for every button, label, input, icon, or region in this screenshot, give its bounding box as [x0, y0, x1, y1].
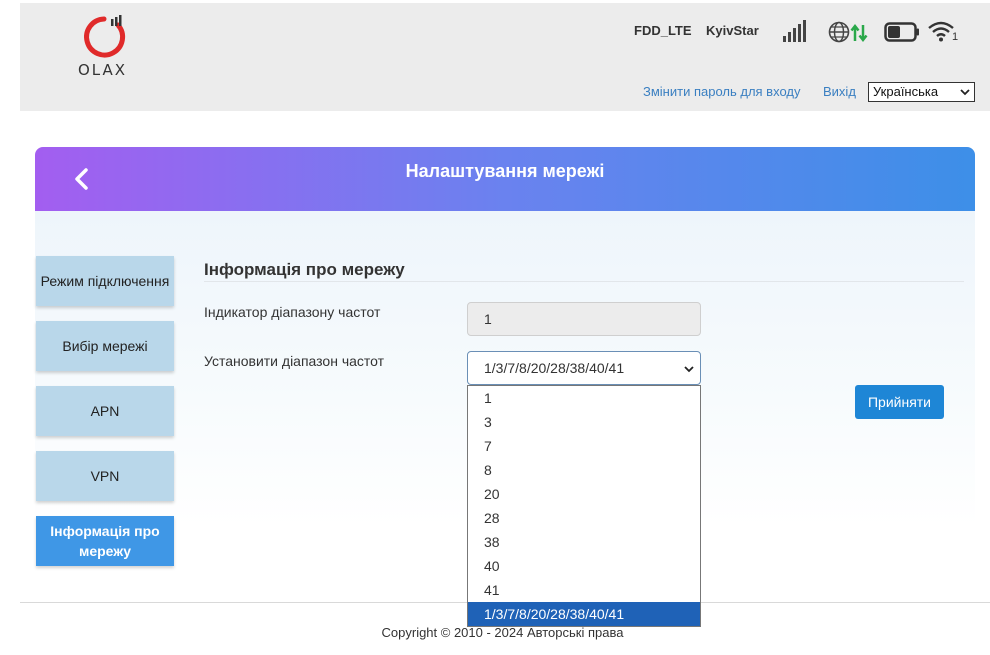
band-option[interactable]: 7 — [468, 434, 700, 458]
band-option-selected[interactable]: 1/3/7/8/20/28/38/40/41 — [468, 602, 700, 626]
sidebar-item-network-selection[interactable]: Вибір мережі — [36, 321, 174, 371]
band-option[interactable]: 3 — [468, 410, 700, 434]
band-option[interactable]: 38 — [468, 530, 700, 554]
section-divider — [204, 281, 964, 282]
band-option[interactable]: 41 — [468, 578, 700, 602]
band-dropdown-list: 1 3 7 8 20 28 38 40 41 1/3/7/8/20/28/38/… — [467, 385, 701, 627]
copyright-text: Copyright © 2010 - 2024 Авторські права — [381, 625, 624, 640]
sidebar-item-apn[interactable]: APN — [36, 386, 174, 436]
language-selected-value: Українська — [873, 84, 939, 99]
data-arrows-icon — [850, 23, 868, 43]
sidebar-item-label: APN — [90, 403, 120, 419]
band-option[interactable]: 8 — [468, 458, 700, 482]
set-band-label: Установити діапазон частот — [204, 353, 385, 369]
band-option[interactable]: 20 — [468, 482, 700, 506]
battery-icon — [884, 22, 919, 42]
sidebar-item-label: Вибір мережі — [62, 338, 148, 354]
band-option[interactable]: 1 — [468, 386, 700, 410]
band-select-value: 1/3/7/8/20/28/38/40/41 — [484, 360, 625, 376]
sidebar-item-label: VPN — [90, 468, 120, 484]
signal-bars-icon — [783, 20, 806, 42]
sidebar-item-connection-mode[interactable]: Режим підключення — [36, 256, 174, 306]
logout-link[interactable]: Вихід — [823, 84, 856, 99]
sidebar-item-label: Інформація про мережу — [50, 523, 160, 559]
globe-icon — [828, 21, 850, 43]
band-indicator-label: Індикатор діапазону частот — [204, 304, 381, 320]
band-indicator-field: 1 — [467, 302, 701, 336]
sidebar-item-label: Режим підключення — [40, 273, 170, 289]
chevron-down-icon — [684, 366, 694, 373]
page-title: Налаштування мережі — [405, 161, 605, 181]
wifi-client-count: 1 — [952, 31, 959, 43]
band-option[interactable]: 28 — [468, 506, 700, 530]
wifi-icon — [928, 21, 954, 42]
language-select[interactable]: Українська — [868, 82, 975, 102]
band-select[interactable]: 1/3/7/8/20/28/38/40/41 — [467, 351, 701, 385]
page-header-band: Налаштування мережі — [35, 147, 975, 211]
accept-button[interactable]: Прийняти — [855, 385, 944, 419]
change-password-link[interactable]: Змінити пароль для входу — [643, 84, 800, 99]
band-option[interactable]: 40 — [468, 554, 700, 578]
sidebar-item-vpn[interactable]: VPN — [36, 451, 174, 501]
logo-text: OLAX — [78, 61, 128, 79]
operator-name: KyivStar — [706, 23, 759, 38]
section-title: Інформація про мережу — [204, 260, 405, 279]
chevron-down-icon — [960, 89, 970, 96]
header-bar: OLAX FDD_LTE KyivStar 1 Змінити пароль д… — [20, 3, 990, 111]
network-type: FDD_LTE — [634, 23, 692, 38]
sidebar-item-network-info[interactable]: Інформація про мережу — [36, 516, 174, 566]
